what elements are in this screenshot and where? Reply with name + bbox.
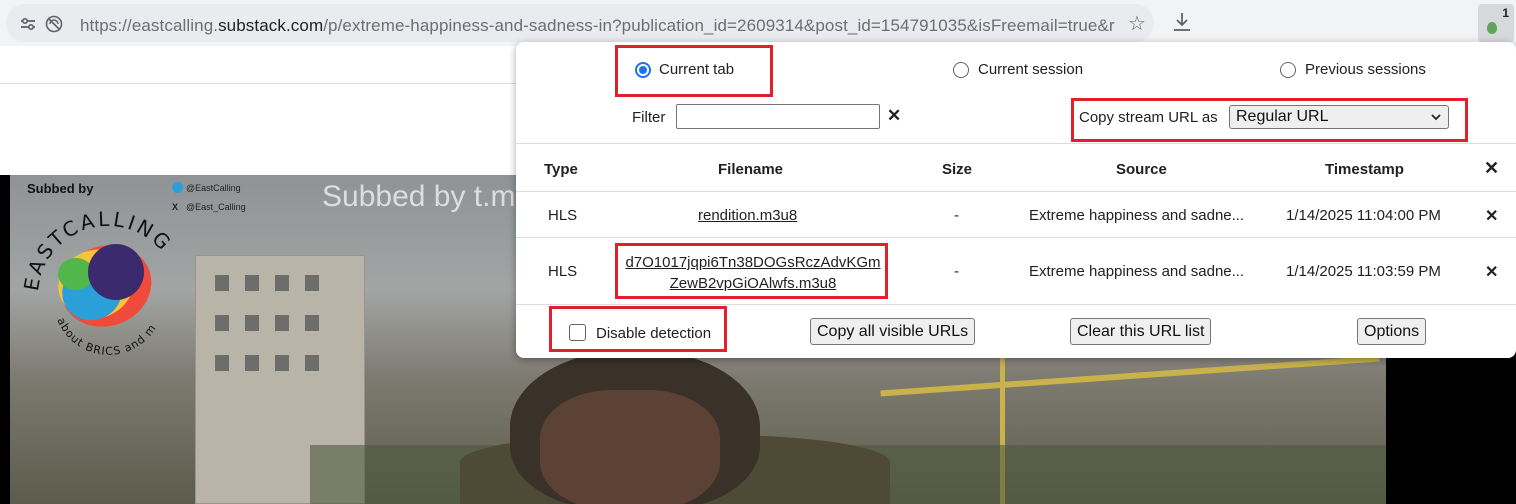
column-header-timestamp: Timestamp: [1325, 161, 1404, 178]
filter-label: Filter: [632, 109, 666, 126]
soldier-face: [540, 390, 720, 504]
gas-pipe: [880, 355, 1380, 397]
url-text[interactable]: https://eastcalling.substack.com/p/extre…: [80, 16, 1120, 36]
building-window: [245, 315, 259, 331]
url-domain: substack.com: [218, 16, 324, 35]
row-remove-icon[interactable]: ✕: [1485, 206, 1498, 226]
building-window: [275, 355, 289, 371]
building-window: [215, 355, 229, 371]
radio-previous-sessions-label[interactable]: Previous sessions: [1305, 61, 1426, 78]
extension-icon: [1487, 22, 1497, 34]
row-source: Extreme happiness and sadne...: [1029, 263, 1245, 280]
building-window: [245, 275, 259, 291]
subbed-by-label: Subbed by: [27, 181, 94, 196]
tune-icon[interactable]: [18, 14, 38, 34]
divider: [516, 304, 1516, 305]
video-letterbox-left: [0, 175, 10, 504]
highlight-copy-stream-url: [1071, 98, 1468, 142]
building-window: [215, 275, 229, 291]
browser-toolbar: https://eastcalling.substack.com/p/extre…: [0, 0, 1516, 46]
no-tracking-icon[interactable]: [44, 14, 64, 34]
building-window: [245, 355, 259, 371]
divider: [516, 191, 1516, 192]
radio-current-session-label[interactable]: Current session: [978, 61, 1083, 78]
highlight-filename: [615, 243, 888, 299]
column-header-type: Type: [544, 161, 578, 178]
options-button[interactable]: Options: [1357, 318, 1427, 345]
row-size: -: [954, 207, 959, 224]
row-type: HLS: [548, 207, 578, 224]
building-window: [275, 315, 289, 331]
row-timestamp: 1/14/2025 11:03:59 PM: [1286, 263, 1441, 280]
download-icon[interactable]: [1170, 10, 1194, 34]
url-prefix: https://eastcalling.: [80, 16, 219, 35]
highlight-current-tab: [615, 45, 773, 97]
subtitle-watermark: Subbed by t.m: [322, 180, 516, 213]
row-size: -: [954, 263, 959, 280]
column-header-size: Size: [942, 161, 973, 178]
star-icon[interactable]: ☆: [1128, 14, 1146, 34]
url-suffix: /p/extreme-happiness-and-sadness-in?publ…: [323, 16, 1115, 35]
telegram-handle: @EastCalling: [172, 182, 241, 193]
building-window: [275, 275, 289, 291]
building-window: [305, 355, 319, 371]
radio-current-session[interactable]: [953, 62, 969, 78]
filter-input[interactable]: [676, 104, 880, 129]
building-window: [305, 275, 319, 291]
copy-all-urls-button[interactable]: Copy all visible URLs: [810, 318, 976, 345]
column-header-source: Source: [1116, 161, 1167, 178]
extension-badge: 1: [1502, 6, 1509, 20]
building-window: [215, 315, 229, 331]
divider: [516, 237, 1516, 238]
eastcalling-logo: EASTCALLING about BRICS and more: [18, 196, 174, 358]
row-filename-link[interactable]: rendition.m3u8: [698, 205, 797, 226]
radio-previous-sessions[interactable]: [1280, 62, 1296, 78]
divider: [516, 143, 1516, 144]
row-source: Extreme happiness and sadne...: [1029, 207, 1245, 224]
telegram-icon: [172, 182, 183, 193]
clear-all-close-icon[interactable]: ✕: [1484, 158, 1499, 179]
highlight-disable-detection: [549, 306, 727, 352]
row-timestamp: 1/14/2025 11:04:00 PM: [1286, 207, 1441, 224]
row-remove-icon[interactable]: ✕: [1485, 262, 1498, 282]
address-bar[interactable]: https://eastcalling.substack.com/p/extre…: [6, 4, 1154, 42]
clear-url-list-button[interactable]: Clear this URL list: [1070, 318, 1212, 345]
filter-clear-button[interactable]: ✕: [887, 106, 901, 126]
extension-button[interactable]: 1: [1478, 4, 1514, 42]
building-window: [305, 315, 319, 331]
telegram-handle-text: @EastCalling: [186, 183, 241, 193]
column-header-filename: Filename: [718, 161, 784, 178]
row-type: HLS: [548, 263, 578, 280]
